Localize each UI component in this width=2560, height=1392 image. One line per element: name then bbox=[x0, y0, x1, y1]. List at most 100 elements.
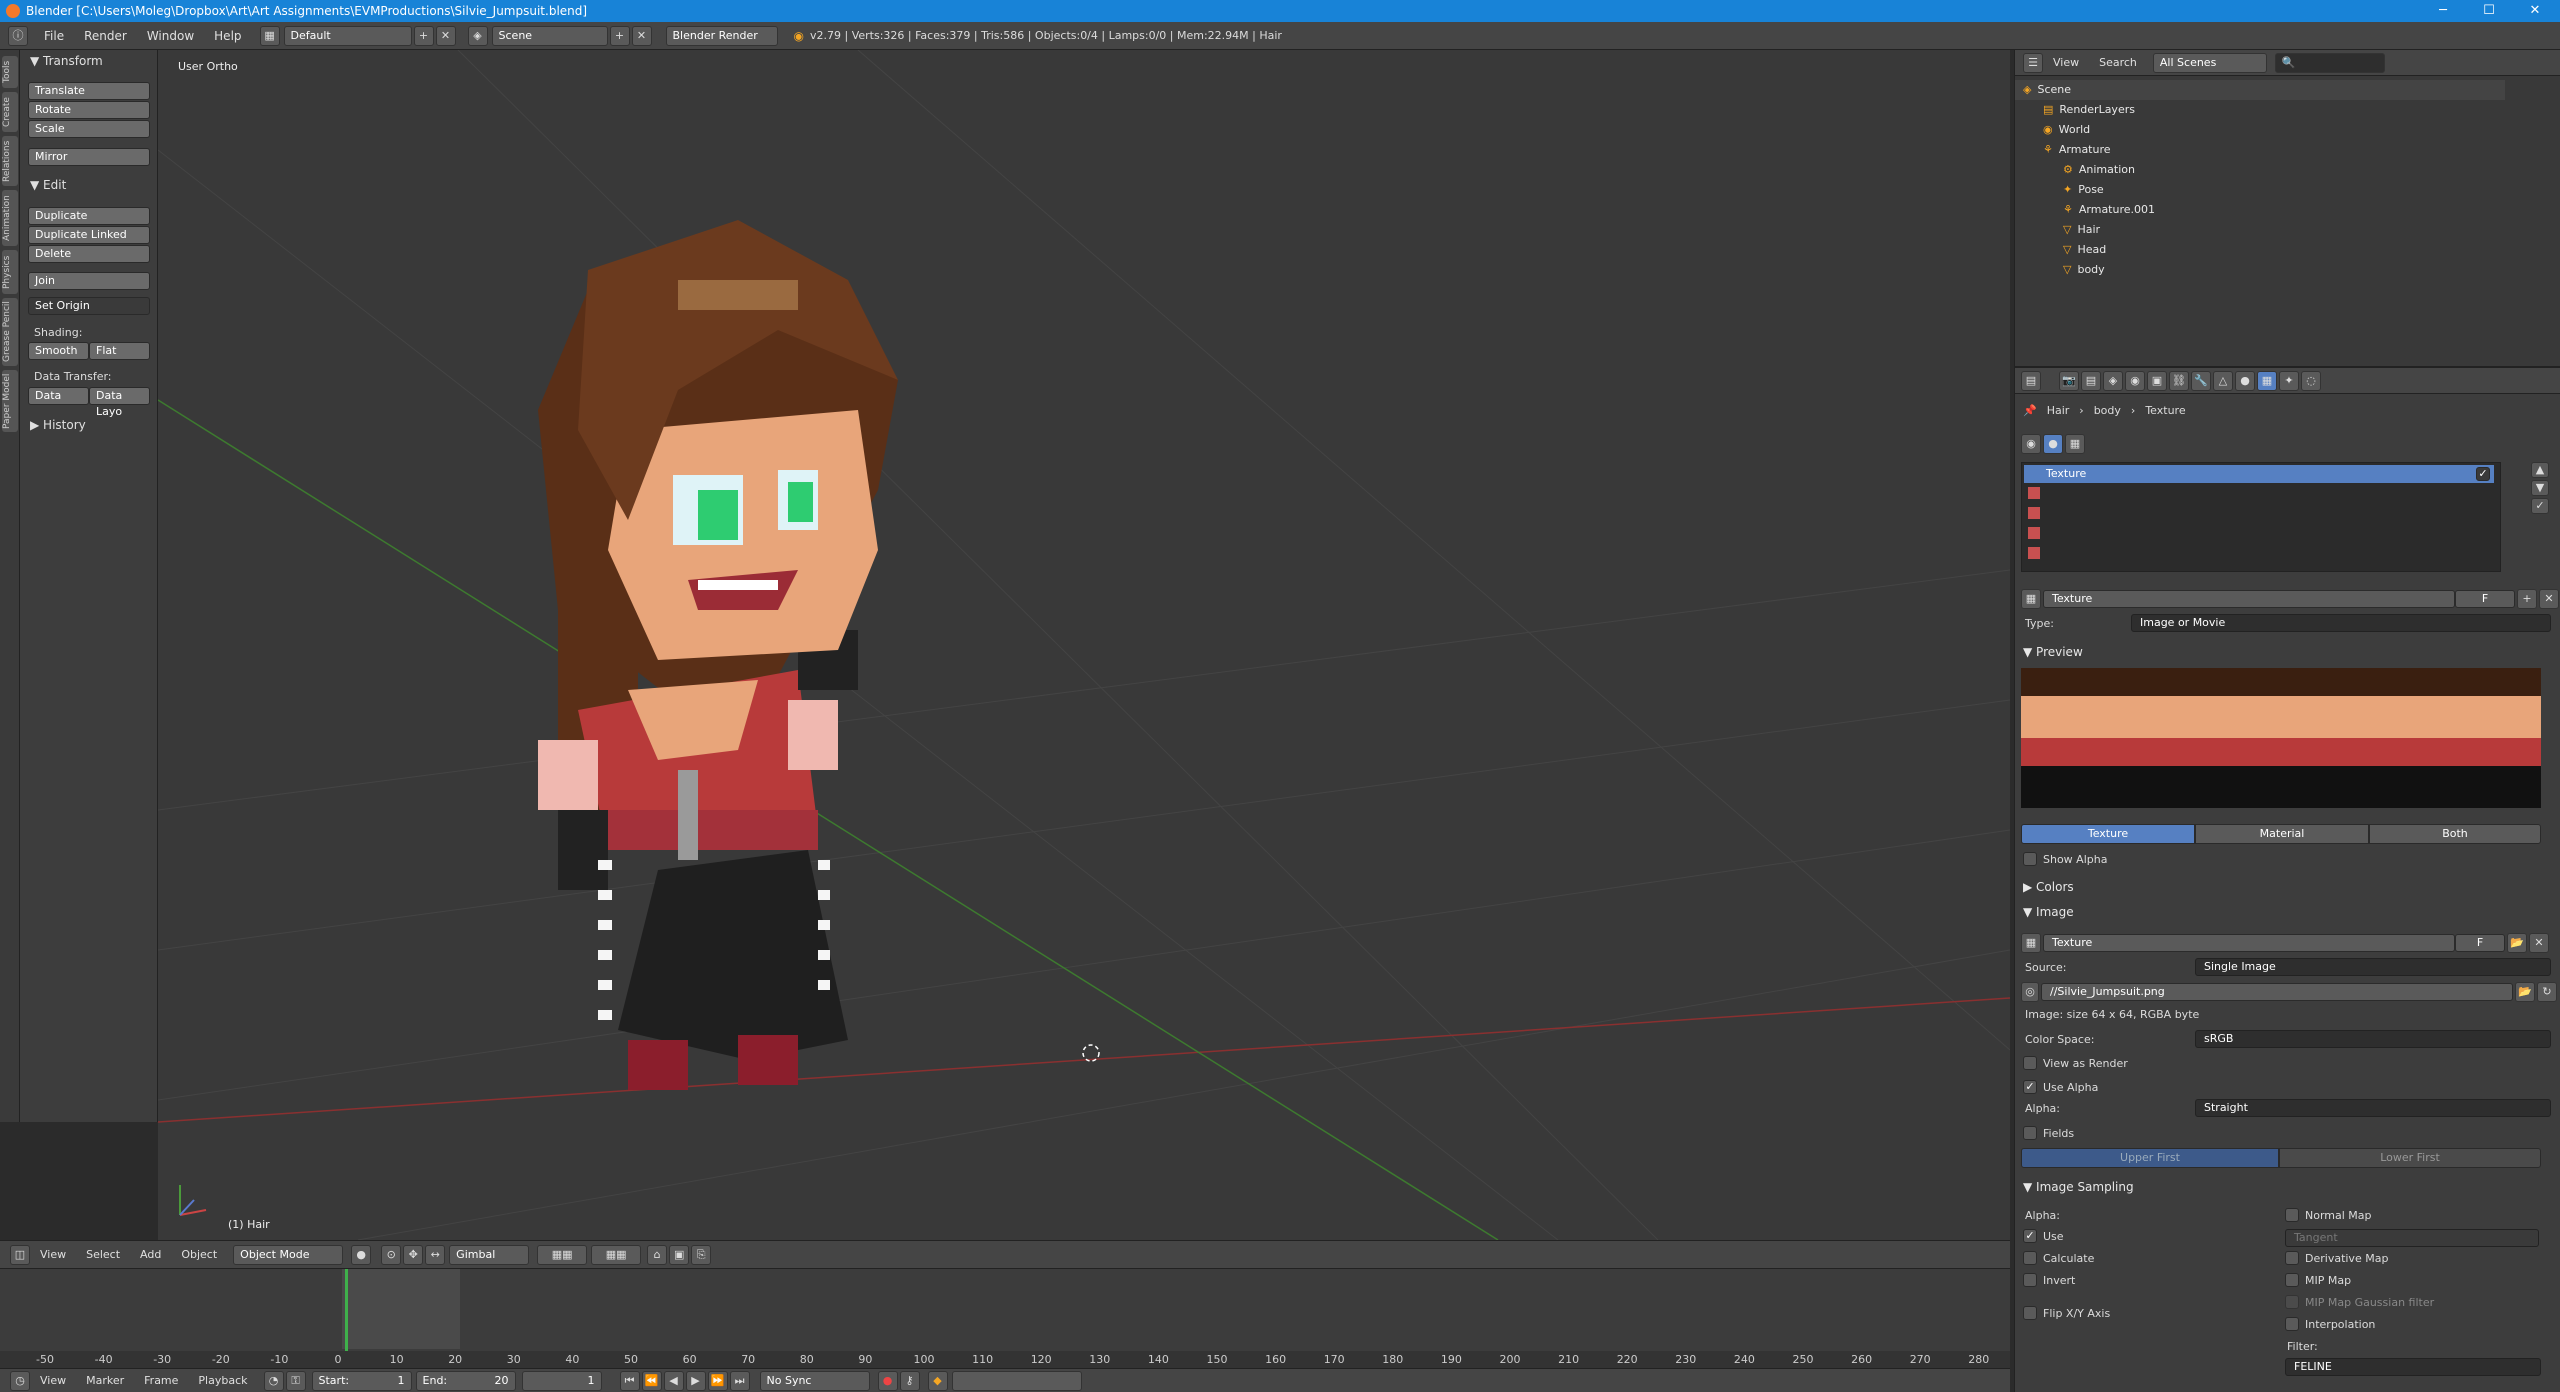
show-alpha-checkbox[interactable] bbox=[2023, 852, 2037, 866]
slot-up-icon[interactable]: ▲ bbox=[2531, 462, 2549, 478]
3d-viewport[interactable]: User Ortho (1) Hair bbox=[158, 50, 2010, 1240]
rotate-button[interactable]: Rotate bbox=[28, 101, 150, 119]
texture-context-buttons[interactable]: ◉ ● ▦ bbox=[2021, 434, 2085, 454]
constraints-tab-icon[interactable]: ⛓ bbox=[2169, 371, 2189, 391]
outliner-row[interactable]: ◉ World bbox=[2015, 120, 2505, 140]
modifiers-tab-icon[interactable]: 🔧 bbox=[2191, 371, 2211, 391]
transform-panel-header[interactable]: ▼ Transform bbox=[30, 54, 103, 68]
smooth-button[interactable]: Smooth bbox=[28, 342, 89, 360]
tab-paper-model[interactable]: Paper Model bbox=[2, 370, 18, 432]
world-tab-icon[interactable]: ◉ bbox=[2125, 371, 2145, 391]
scene-add-icon[interactable]: + bbox=[609, 25, 630, 46]
minimize-button[interactable]: ─ bbox=[2420, 0, 2466, 22]
scene-tab-icon[interactable]: ◈ bbox=[2103, 371, 2123, 391]
tab-animation[interactable]: Animation bbox=[2, 190, 18, 246]
menu-view[interactable]: View bbox=[30, 1248, 76, 1261]
image-open-icon[interactable]: 📂 bbox=[2507, 933, 2527, 953]
tab-create[interactable]: Create bbox=[2, 92, 18, 132]
keying-set-field[interactable] bbox=[951, 1370, 1082, 1391]
edit-panel-header[interactable]: ▼ Edit bbox=[30, 178, 66, 192]
lower-first-button[interactable]: Lower First bbox=[2279, 1148, 2541, 1168]
data-button[interactable]: Data bbox=[28, 387, 89, 405]
layers-icon[interactable]: ▦▦ bbox=[537, 1244, 588, 1265]
use-checkbox[interactable]: ✓ bbox=[2023, 1229, 2037, 1243]
menu-file[interactable]: File bbox=[34, 29, 74, 43]
tl-menu-marker[interactable]: Marker bbox=[76, 1374, 134, 1387]
tab-tools[interactable]: Tools bbox=[2, 56, 18, 88]
outliner-row[interactable]: ▽ body bbox=[2015, 260, 2505, 280]
mirror-button[interactable]: Mirror bbox=[28, 148, 150, 166]
breadcrumb-hair[interactable]: Hair bbox=[2047, 404, 2070, 417]
lock-icon[interactable]: ⚿ bbox=[285, 1370, 306, 1391]
outliner-row[interactable]: ◈ Scene bbox=[2015, 80, 2505, 100]
start-frame-field[interactable]: Start: 1 bbox=[311, 1370, 412, 1391]
filepath-browse-icon[interactable]: 📂 bbox=[2515, 982, 2535, 1002]
use-alpha-checkbox[interactable]: ✓ bbox=[2023, 1080, 2037, 1094]
slot-check-icon[interactable]: ✓ bbox=[2531, 498, 2549, 514]
scenes-dropdown[interactable]: All Scenes bbox=[2152, 52, 2267, 73]
texture-browse-icon[interactable]: ▦ bbox=[2021, 589, 2041, 609]
mip-gaussian-checkbox[interactable] bbox=[2285, 1295, 2299, 1309]
outliner-menu-search[interactable]: Search bbox=[2089, 56, 2147, 69]
filepath-field[interactable]: //Silvie_Jumpsuit.png bbox=[2041, 983, 2513, 1001]
image-sampling-panel-header[interactable]: ▼ Image Sampling bbox=[2023, 1180, 2134, 1194]
normal-map-checkbox[interactable] bbox=[2285, 1208, 2299, 1222]
layout-field[interactable]: Default bbox=[283, 25, 412, 46]
clock-icon[interactable]: ◔ bbox=[263, 1370, 284, 1391]
other-texture-icon[interactable]: ▦ bbox=[2065, 434, 2085, 454]
texture-slot-row[interactable]: Texture bbox=[2024, 465, 2494, 483]
slot-enabled-checkbox[interactable]: ✓ bbox=[2476, 467, 2490, 481]
outliner-editor-icon[interactable]: ☰ bbox=[2023, 52, 2043, 73]
timeline-editor-icon[interactable]: ◷ bbox=[10, 1370, 30, 1391]
object-tab-icon[interactable]: ▣ bbox=[2147, 371, 2167, 391]
layout-icon[interactable]: ▦ bbox=[259, 25, 280, 46]
play-reverse-icon[interactable]: ◀ bbox=[663, 1370, 684, 1391]
preview-tab-material[interactable]: Material bbox=[2195, 824, 2369, 844]
fake-user-button[interactable]: F bbox=[2455, 590, 2515, 608]
calculate-checkbox[interactable] bbox=[2023, 1251, 2037, 1265]
manipulator-icon[interactable]: ✥ bbox=[403, 1244, 424, 1265]
keyframe-icon[interactable]: ◆ bbox=[927, 1370, 948, 1391]
duplicate-linked-button[interactable]: Duplicate Linked bbox=[28, 226, 150, 244]
menu-window[interactable]: Window bbox=[137, 29, 204, 43]
record-icon[interactable]: ● bbox=[877, 1370, 898, 1391]
view-as-render-checkbox[interactable] bbox=[2023, 1056, 2037, 1070]
data-layout-button[interactable]: Data Layo bbox=[89, 387, 150, 418]
image-fake-user-button[interactable]: F bbox=[2455, 934, 2505, 952]
timeline[interactable]: -50 -40 -30 -20 -10 0 10 20 30 40 50 60 70 80 90 100 110… bbox=[0, 1268, 2010, 1368]
outliner-search-input[interactable]: 🔍 bbox=[2274, 52, 2385, 73]
preview-tab-both[interactable]: Both bbox=[2369, 824, 2541, 844]
menu-render[interactable]: Render bbox=[74, 29, 137, 43]
sync-dropdown[interactable]: No Sync bbox=[759, 1370, 870, 1391]
slot-move-buttons[interactable]: ▲ ▼ ✓ bbox=[2531, 462, 2549, 522]
texture-slots-list[interactable]: Texture ✓ bbox=[2021, 462, 2501, 572]
flip-xy-checkbox[interactable] bbox=[2023, 1306, 2037, 1320]
maximize-button[interactable]: ☐ bbox=[2466, 0, 2512, 22]
jump-start-icon[interactable]: ⏮ bbox=[619, 1370, 640, 1391]
scene-icon[interactable]: ◈ bbox=[467, 25, 488, 46]
normal-space-dropdown[interactable]: Tangent bbox=[2285, 1229, 2539, 1247]
set-origin-dropdown[interactable]: Set Origin bbox=[28, 297, 150, 315]
editor-type-icon[interactable]: ⓘ bbox=[8, 25, 28, 46]
particles-tab-icon[interactable]: ✦ bbox=[2279, 371, 2299, 391]
texture-type-dropdown[interactable]: Image or Movie bbox=[2131, 614, 2551, 632]
image-unlink-icon[interactable]: ✕ bbox=[2529, 933, 2549, 953]
translate-button[interactable]: Translate bbox=[28, 82, 150, 100]
outliner-row[interactable]: ⚘ Armature bbox=[2015, 140, 2505, 160]
outliner-row[interactable]: ✦ Pose bbox=[2015, 180, 2505, 200]
context-tabs[interactable]: 📷 ▤ ◈ ◉ ▣ ⛓ 🔧 △ ● ▦ ✦ ◌ bbox=[2059, 371, 2321, 391]
breadcrumb-body[interactable]: body bbox=[2094, 404, 2121, 417]
outliner-row[interactable]: ▽ Head bbox=[2015, 240, 2505, 260]
texture-tab-icon[interactable]: ▦ bbox=[2257, 371, 2277, 391]
menu-select[interactable]: Select bbox=[76, 1248, 130, 1261]
view3d-editor-icon[interactable]: ◫ bbox=[10, 1244, 30, 1265]
pin-icon[interactable]: 📌 bbox=[2023, 404, 2037, 417]
jump-end-icon[interactable]: ⏭ bbox=[729, 1370, 750, 1391]
breadcrumb-texture[interactable]: Texture bbox=[2145, 404, 2185, 417]
layout-remove-icon[interactable]: ✕ bbox=[435, 25, 456, 46]
camera-icon[interactable]: ⎘ bbox=[691, 1244, 712, 1265]
upper-first-button[interactable]: Upper First bbox=[2021, 1148, 2279, 1168]
history-panel-header[interactable]: ▶ History bbox=[30, 418, 86, 432]
invert-checkbox[interactable] bbox=[2023, 1273, 2037, 1287]
outliner-row[interactable]: ▽ Hair bbox=[2015, 220, 2505, 240]
